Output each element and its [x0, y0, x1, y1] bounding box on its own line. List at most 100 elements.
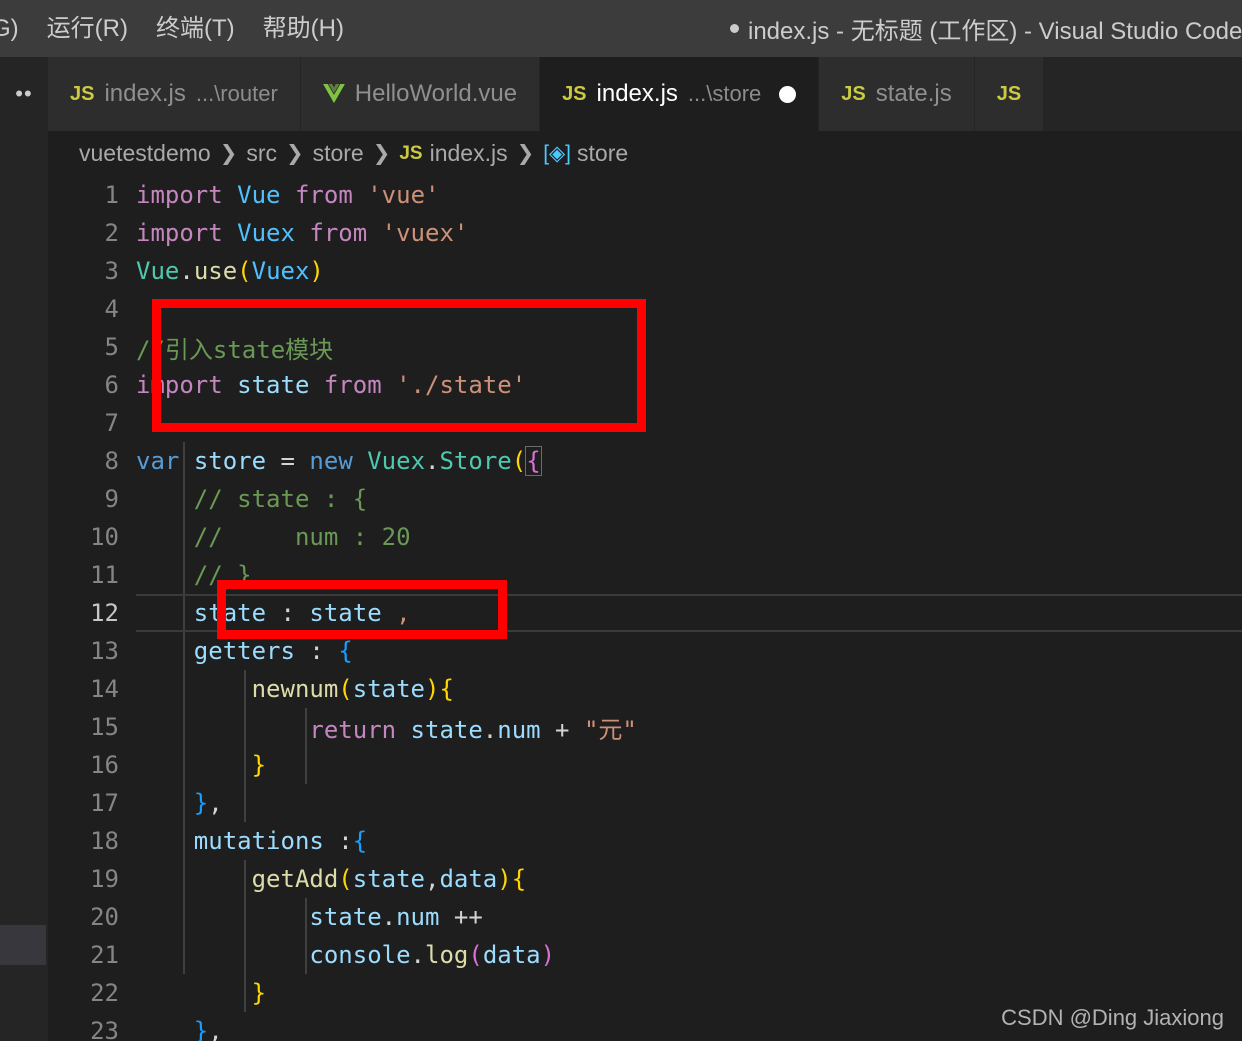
breadcrumb-item-file[interactable]: index.js — [430, 140, 508, 167]
tab-dirty-dot-icon[interactable] — [779, 85, 797, 103]
code-text[interactable]: newnum(state){ — [136, 675, 1242, 703]
code-token: Vue — [136, 257, 180, 285]
code-line[interactable]: 1 import Vue from 'vue' — [48, 176, 1242, 214]
code-line[interactable]: 3 Vue.use(Vuex) — [48, 252, 1242, 290]
code-token: return — [309, 715, 397, 744]
code-token: store — [193, 447, 267, 475]
code-token: // state : { — [136, 485, 368, 513]
code-editor[interactable]: 1 import Vue from 'vue' 2 import Vuex from … — [48, 176, 1242, 1041]
code-token: ( — [338, 865, 353, 893]
tab-index-js-store[interactable]: JS index.js ...\store — [540, 57, 820, 131]
menu-item-terminal[interactable]: 终端(T) — [142, 0, 249, 57]
code-line[interactable]: 18 mutations :{ — [48, 822, 1242, 860]
code-line[interactable]: 19 getAdd(state,data){ — [48, 860, 1242, 898]
code-line[interactable]: 12 state : state , — [48, 594, 1242, 632]
code-token: { — [439, 675, 454, 703]
text-cursor: { — [525, 446, 542, 476]
code-line[interactable]: 16 } — [48, 746, 1242, 784]
breadcrumb-item-symbol[interactable]: store — [577, 140, 628, 167]
code-text[interactable]: import state from './state' — [136, 371, 1242, 399]
code-token: Vuex — [367, 447, 426, 475]
code-text[interactable]: Vue.use(Vuex) — [136, 257, 1242, 285]
code-token: state — [309, 599, 382, 627]
code-text[interactable]: import Vuex from 'vuex' — [136, 219, 1242, 247]
editor-tab-bar: •• JS index.js ...\router HelloWorld.vue… — [0, 57, 1242, 131]
tab-state-js[interactable]: JS state.js — [819, 57, 975, 131]
code-line[interactable]: 15 return state.num + "元" — [48, 708, 1242, 746]
line-number: 23 — [90, 1017, 119, 1041]
code-lines[interactable]: 1 import Vue from 'vue' 2 import Vuex from … — [48, 176, 1242, 1041]
chevron-right-icon: ❯ — [372, 142, 391, 165]
menu-item-clipped[interactable]: G) — [0, 0, 33, 57]
code-text[interactable]: import Vue from 'vue' — [136, 181, 1242, 209]
code-token: ( — [237, 257, 252, 285]
code-token: state — [352, 675, 425, 703]
code-line[interactable]: 13 getters : { — [48, 632, 1242, 670]
breadcrumb-item-project[interactable]: vuetestdemo — [79, 140, 211, 167]
code-line[interactable]: 11 // } — [48, 556, 1242, 594]
line-number: 11 — [90, 561, 119, 589]
tabs-overflow-icon[interactable]: •• — [0, 57, 48, 131]
line-number: 9 — [104, 485, 119, 513]
code-token: ) — [309, 257, 324, 285]
code-text[interactable]: var store = new Vuex.Store({ — [136, 446, 1242, 476]
code-line[interactable]: 17 }, — [48, 784, 1242, 822]
code-line[interactable]: 4 — [48, 290, 1242, 328]
line-number: 4 — [104, 295, 119, 323]
code-text[interactable]: state : state , — [136, 599, 1242, 627]
breadcrumb-item-src[interactable]: src — [246, 140, 277, 167]
code-text[interactable]: }, — [136, 789, 1242, 817]
code-line[interactable]: 6 import state from './state' — [48, 366, 1242, 404]
code-token: } — [193, 789, 209, 817]
dirty-dot-icon — [730, 24, 739, 33]
breadcrumb-item-store[interactable]: store — [313, 140, 364, 167]
code-token: ) — [425, 675, 440, 703]
code-line[interactable]: 14 newnum(state){ — [48, 670, 1242, 708]
code-token: : — [323, 827, 353, 855]
code-line[interactable]: 9 // state : { — [48, 480, 1242, 518]
code-line[interactable]: 10 // num : 20 — [48, 518, 1242, 556]
title-bar: G) 运行(R) 终端(T) 帮助(H) index.js - 无标题 (工作区… — [0, 0, 1242, 57]
line-number: 20 — [90, 903, 119, 931]
code-text[interactable]: mutations :{ — [136, 827, 1242, 855]
code-line[interactable]: 7 — [48, 404, 1242, 442]
code-token: state — [309, 903, 382, 931]
code-text[interactable]: getters : { — [136, 637, 1242, 665]
code-token: { — [511, 865, 527, 893]
code-text[interactable]: // } — [136, 561, 1242, 589]
code-text[interactable]: state.num ++ — [136, 903, 1242, 931]
code-text[interactable]: //引入state模块 — [136, 330, 1242, 365]
menu-item-run[interactable]: 运行(R) — [33, 0, 142, 57]
code-line[interactable]: 5 //引入state模块 — [48, 328, 1242, 366]
tab-path: ...\store — [687, 81, 762, 106]
menu-item-help[interactable]: 帮助(H) — [249, 0, 358, 57]
tab-index-js-router[interactable]: JS index.js ...\router — [48, 57, 301, 131]
code-text[interactable]: return state.num + "元" — [136, 710, 1242, 745]
code-token: Vue — [237, 181, 281, 209]
code-text[interactable]: } — [136, 979, 1242, 1007]
activity-bar[interactable] — [0, 57, 48, 1041]
code-text[interactable]: } — [136, 751, 1242, 779]
code-token: // } — [136, 561, 252, 589]
code-text[interactable]: getAdd(state,data){ — [136, 865, 1242, 893]
tab-next-clipped[interactable]: JS — [974, 57, 1045, 131]
code-text[interactable]: // num : 20 — [136, 523, 1242, 551]
code-token: { — [352, 827, 368, 855]
code-line[interactable]: 21 console.log(data) — [48, 936, 1242, 974]
code-text[interactable]: console.log(data) — [136, 941, 1242, 969]
tab-helloworld-vue[interactable]: HelloWorld.vue — [300, 57, 541, 131]
code-text[interactable]: // state : { — [136, 485, 1242, 513]
code-line[interactable]: 2 import Vuex from 'vuex' — [48, 214, 1242, 252]
activity-bar-highlight[interactable] — [0, 925, 46, 965]
code-line[interactable]: 20 state.num ++ — [48, 898, 1242, 936]
code-token: { — [338, 637, 353, 665]
code-line[interactable]: 8 var store = new Vuex.Store({ — [48, 442, 1242, 480]
code-token: , — [208, 789, 223, 817]
